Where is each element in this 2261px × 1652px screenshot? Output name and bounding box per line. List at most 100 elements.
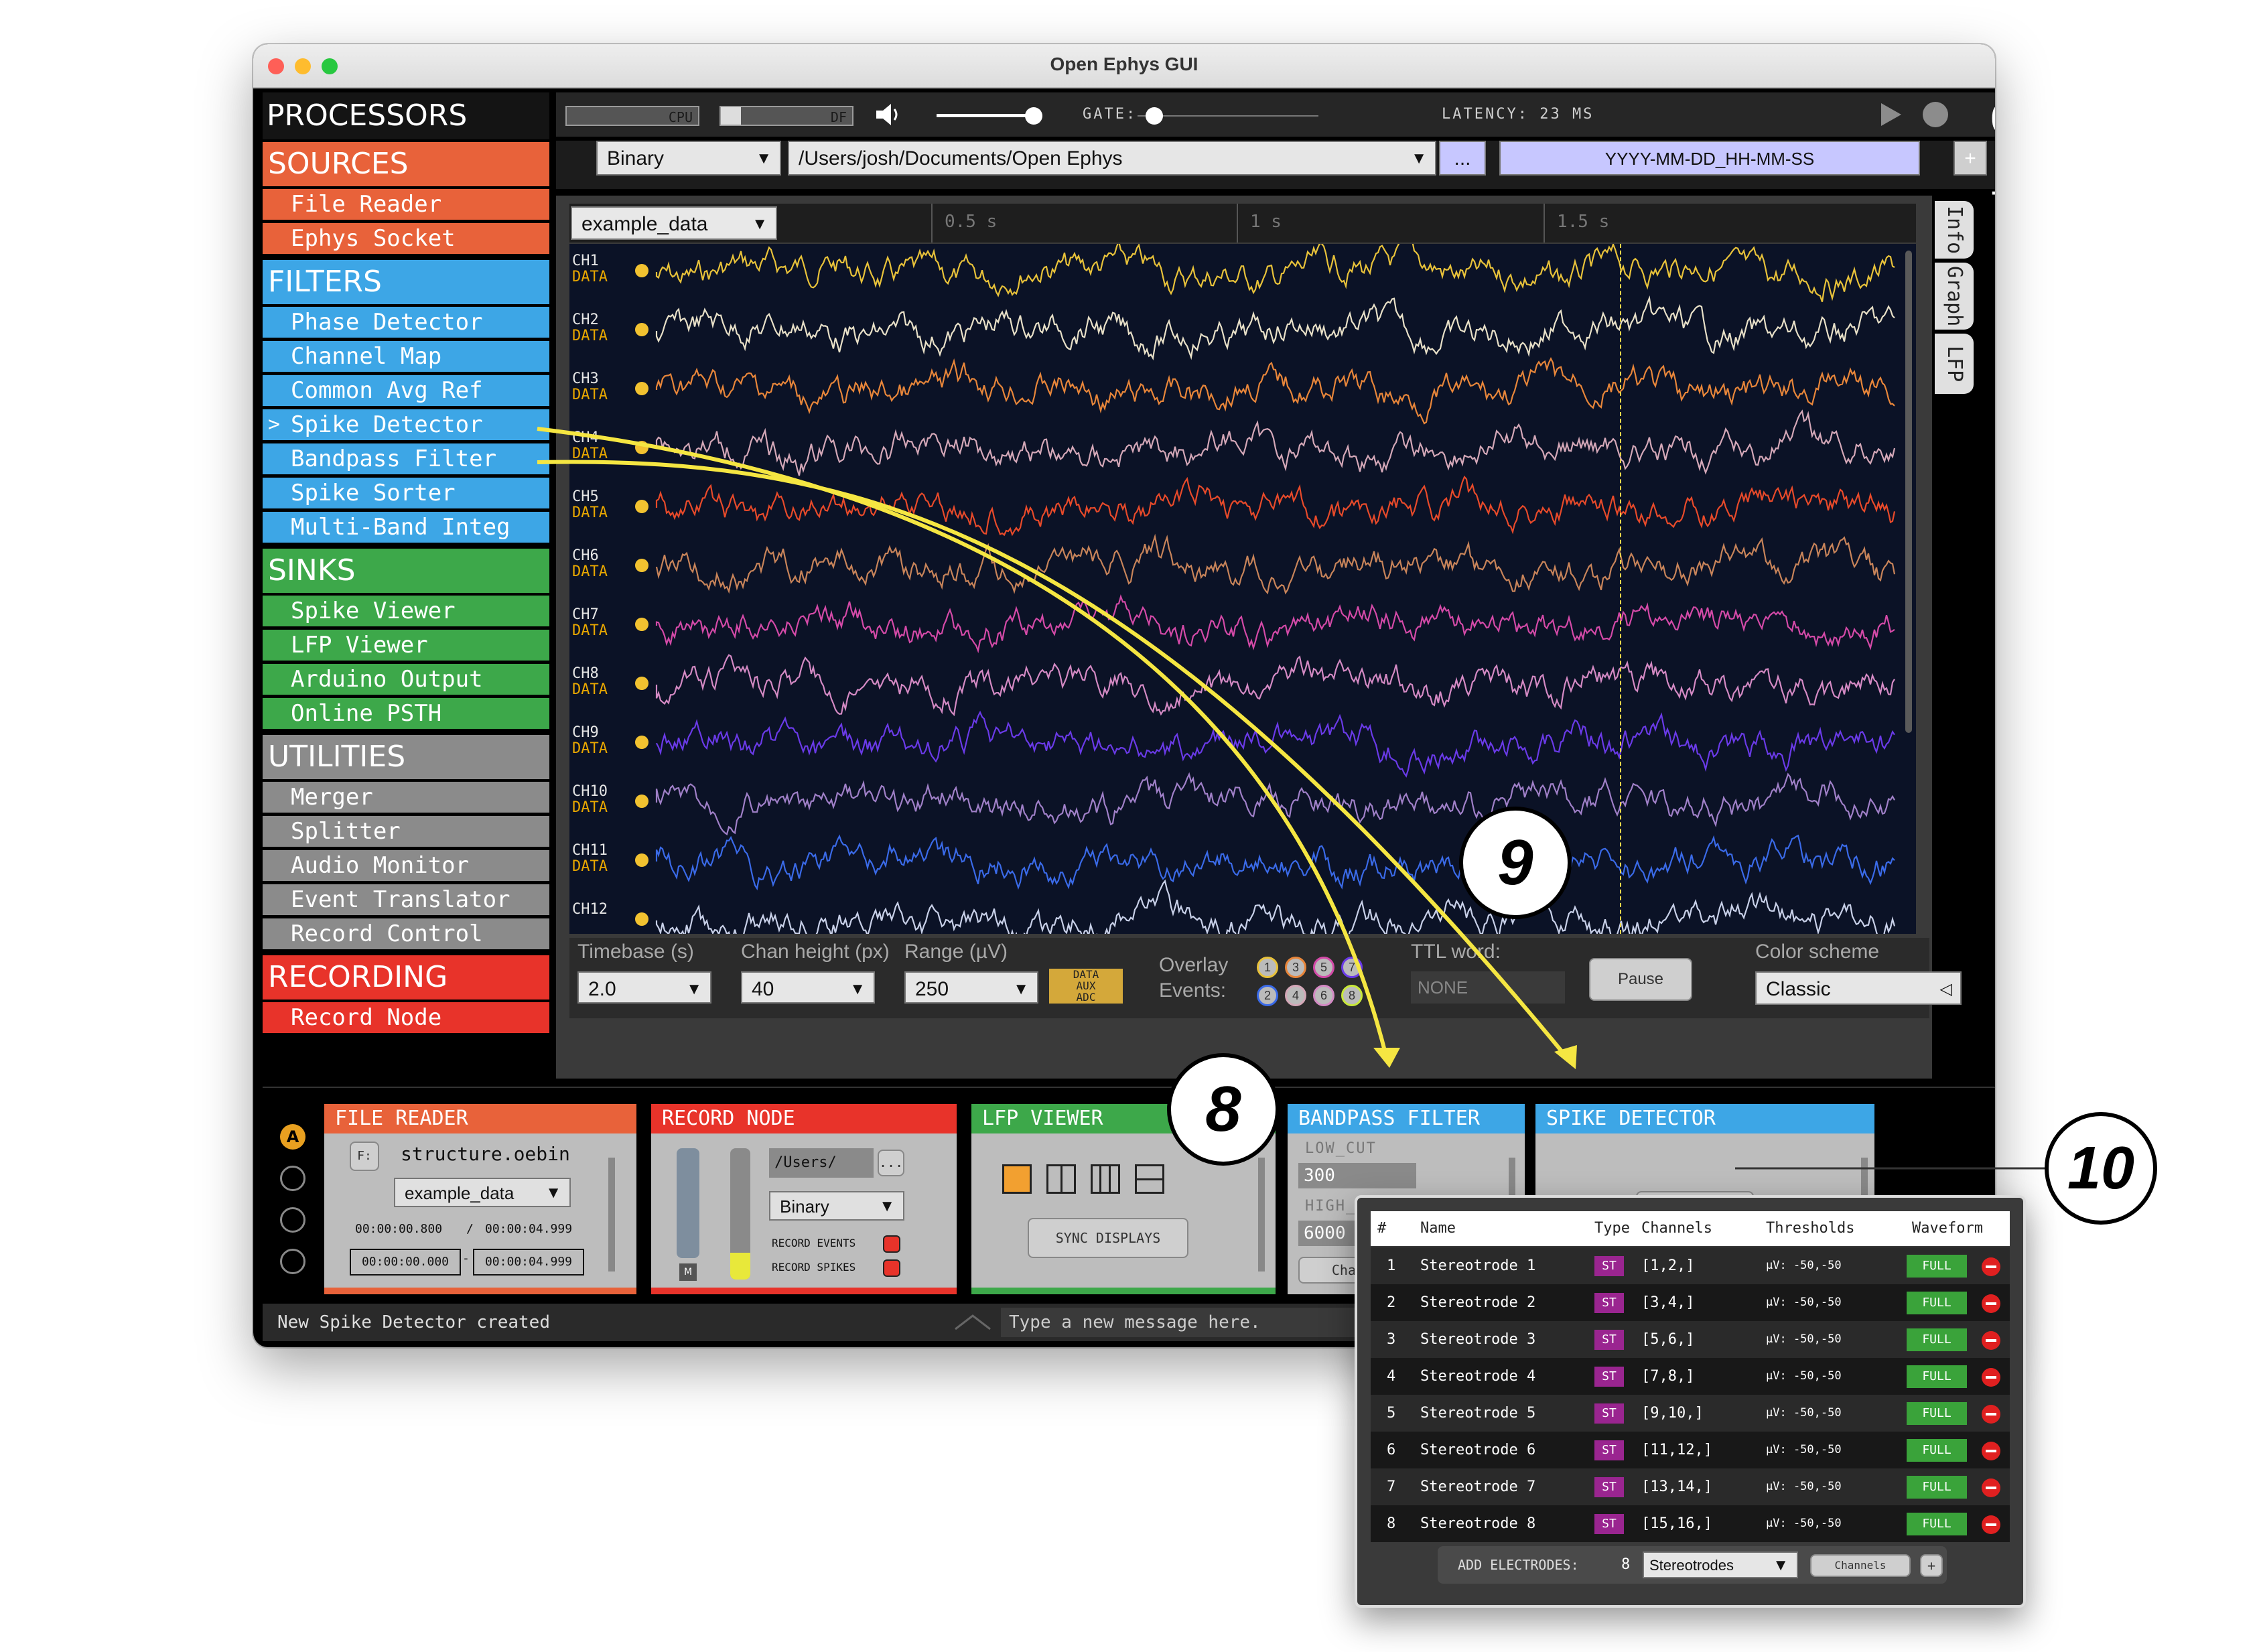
processor-item[interactable]: Spike Detector > [263, 409, 549, 440]
processor-item[interactable]: Bandpass Filter [263, 443, 549, 474]
waveform-toggle[interactable]: FULL [1907, 1402, 1967, 1425]
delete-electrode-icon[interactable] [1982, 1478, 2000, 1497]
record-directory-select[interactable]: /Users/josh/Documents/Open Ephys ▼ [788, 141, 1436, 176]
filename-pattern-field[interactable]: YYYY-MM-DD_HH-MM-SS [1499, 141, 1920, 176]
processor-item[interactable]: LFP Viewer [263, 630, 549, 661]
channel-toggle-dot[interactable] [635, 677, 648, 690]
channel-toggle-dot[interactable] [635, 559, 648, 572]
electrode-channels[interactable]: [1,2,] [1641, 1247, 1694, 1284]
processor-item[interactable]: Event Translator [263, 884, 549, 915]
range-type-selector[interactable]: DATA AUX ADC [1049, 969, 1123, 1004]
electrode-channels[interactable]: [11,12,] [1641, 1432, 1712, 1468]
electrode-row[interactable]: 3 Stereotrode 3 [5,6,] µV: -50,-50 ST FULL [1371, 1321, 2010, 1358]
chevron-up-icon[interactable] [954, 1313, 991, 1332]
spike-detector-title[interactable]: SPIKE DETECTOR [1535, 1104, 1874, 1133]
processor-item[interactable]: Common Avg Ref [263, 375, 549, 406]
add-electrodes-button[interactable]: + [1920, 1554, 1943, 1577]
processor-item[interactable]: Merger [263, 782, 549, 813]
electrode-channels[interactable]: [9,10,] [1641, 1395, 1704, 1432]
channel-toggle-dot[interactable] [635, 912, 648, 926]
electrode-thresholds[interactable]: µV: -50,-50 [1766, 1468, 1842, 1505]
pause-button[interactable]: Pause [1589, 958, 1692, 1001]
delete-electrode-icon[interactable] [1982, 1442, 2000, 1460]
channel-toggle-dot[interactable] [635, 500, 648, 513]
event-channel-button[interactable]: 3 [1285, 957, 1306, 978]
processor-item[interactable]: Spike Viewer [263, 596, 549, 626]
processor-item[interactable]: Spike Sorter [263, 478, 549, 508]
playback-start-field[interactable]: 00:00:00.000 [350, 1249, 461, 1276]
range-select[interactable]: 250 ▼ [904, 971, 1038, 1004]
file-reader-scrollbar[interactable] [608, 1158, 615, 1271]
electrode-thresholds[interactable]: µV: -50,-50 [1766, 1321, 1842, 1358]
range-type-option[interactable]: DATA [1049, 969, 1123, 980]
stream-select[interactable]: example_data ▼ [571, 206, 777, 240]
record-node-directory[interactable]: /Users/ [769, 1148, 874, 1178]
record-format-select[interactable]: Binary ▼ [596, 141, 781, 176]
channel-toggle-dot[interactable] [635, 323, 648, 336]
category-utilities[interactable]: UTILITIES [263, 735, 549, 779]
layout-three-column-icon[interactable] [1091, 1164, 1120, 1194]
channel-toggle-dot[interactable] [635, 382, 648, 395]
waveform-toggle[interactable]: FULL [1907, 1439, 1967, 1462]
add-record-option-button[interactable]: + [1954, 141, 1987, 176]
processor-item[interactable]: Online PSTH [263, 698, 549, 729]
file-reader-title[interactable]: FILE READER [324, 1104, 636, 1133]
layout-two-column-icon[interactable] [1046, 1164, 1076, 1194]
electrode-thresholds[interactable]: µV: -50,-50 [1766, 1247, 1842, 1284]
lfp-plot-area[interactable]: CH1 DATA CH2 DATA CH3 DATA CH4 DATA CH5 DATA CH6 DA… [569, 244, 1916, 934]
category-filters[interactable]: FILTERS [263, 260, 549, 304]
processor-item[interactable]: Phase Detector [263, 307, 549, 338]
electrode-name[interactable]: Stereotrode 3 [1420, 1321, 1535, 1358]
electrode-thresholds[interactable]: µV: -50,-50 [1766, 1284, 1842, 1321]
electrode-channels[interactable]: [5,6,] [1641, 1321, 1694, 1358]
waveform-toggle[interactable]: FULL [1907, 1292, 1967, 1314]
signal-chain-slot-a[interactable]: A [280, 1124, 305, 1150]
electrode-type-select[interactable]: Stereotrodes ▼ [1643, 1552, 1798, 1578]
side-tab-info[interactable]: Info [1935, 201, 1974, 259]
channel-toggle-dot[interactable] [635, 618, 648, 631]
signal-chain-slot[interactable] [280, 1166, 305, 1191]
processor-item[interactable]: Audio Monitor [263, 850, 549, 881]
waveform-toggle[interactable]: FULL [1907, 1476, 1967, 1499]
color-scheme-select[interactable]: Classic ◁ [1755, 971, 1962, 1005]
lfp-editor-scrollbar[interactable] [1258, 1158, 1265, 1271]
electrode-name[interactable]: Stereotrode 8 [1420, 1505, 1535, 1542]
event-channel-button[interactable]: 8 [1341, 985, 1363, 1006]
record-events-toggle[interactable] [883, 1235, 900, 1253]
side-tab-lfp[interactable]: LFP [1935, 334, 1974, 394]
add-electrodes-count[interactable]: 8 [1621, 1546, 1630, 1584]
volume-slider-track[interactable] [937, 114, 1037, 117]
event-channel-button[interactable]: 4 [1285, 985, 1306, 1006]
electrode-thresholds[interactable]: µV: -50,-50 [1766, 1505, 1842, 1542]
gate-slider-track[interactable] [1138, 115, 1318, 117]
electrode-channels-button[interactable]: Channels [1810, 1554, 1911, 1577]
electrode-row[interactable]: 2 Stereotrode 2 [3,4,] µV: -50,-50 ST FULL [1371, 1284, 2010, 1321]
electrode-row[interactable]: 7 Stereotrode 7 [13,14,] µV: -50,-50 ST FULL [1371, 1468, 2010, 1505]
delete-electrode-icon[interactable] [1982, 1368, 2000, 1387]
delete-electrode-icon[interactable] [1982, 1294, 2000, 1313]
sync-displays-button[interactable]: SYNC DISPLAYS [1028, 1218, 1188, 1258]
electrode-channels[interactable]: [13,14,] [1641, 1468, 1712, 1505]
signal-chain-slot[interactable] [280, 1207, 305, 1233]
chan-height-select[interactable]: 40 ▼ [741, 971, 875, 1004]
channel-toggle-dot[interactable] [635, 441, 648, 454]
file-select-button[interactable]: F: [350, 1142, 379, 1171]
electrode-thresholds[interactable]: µV: -50,-50 [1766, 1432, 1842, 1468]
delete-electrode-icon[interactable] [1982, 1515, 2000, 1534]
waveform-toggle[interactable]: FULL [1907, 1513, 1967, 1535]
category-sources[interactable]: SOURCES [263, 142, 549, 186]
waveform-toggle[interactable]: FULL [1907, 1328, 1967, 1351]
processor-item[interactable]: Record Control [263, 918, 549, 949]
electrode-channels[interactable]: [15,16,] [1641, 1505, 1712, 1542]
vertical-scrollbar[interactable] [1905, 251, 1912, 733]
record-spikes-toggle[interactable] [883, 1259, 900, 1277]
electrode-row[interactable]: 4 Stereotrode 4 [7,8,] µV: -50,-50 ST FULL [1371, 1358, 2010, 1395]
electrode-thresholds[interactable]: µV: -50,-50 [1766, 1395, 1842, 1432]
electrode-row[interactable]: 5 Stereotrode 5 [9,10,] µV: -50,-50 ST FULL [1371, 1395, 2010, 1432]
processor-item[interactable]: Record Node [263, 1002, 549, 1033]
electrode-row[interactable]: 6 Stereotrode 6 [11,12,] µV: -50,-50 ST FULL [1371, 1432, 2010, 1468]
signal-chain-slot[interactable] [280, 1249, 305, 1274]
electrode-name[interactable]: Stereotrode 6 [1420, 1432, 1535, 1468]
gate-slider-handle[interactable] [1146, 107, 1163, 125]
play-icon[interactable] [1878, 102, 1903, 127]
